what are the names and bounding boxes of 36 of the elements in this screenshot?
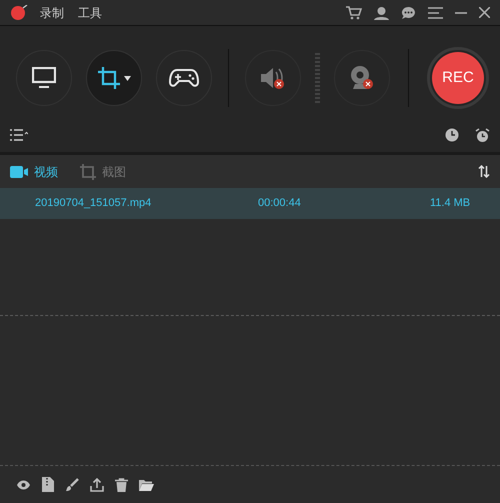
folder-icon[interactable]: [139, 478, 154, 490]
gamepad-icon: [169, 68, 199, 88]
video-camera-icon: [10, 166, 28, 178]
user-icon[interactable]: [374, 6, 389, 20]
cart-icon[interactable]: [346, 6, 362, 20]
file-name: 20190704_151057.mp4: [34, 196, 152, 212]
volume-meter-icon: [315, 53, 320, 103]
app-logo-icon: [10, 4, 28, 20]
monitor-icon: [32, 67, 56, 89]
chat-icon[interactable]: [401, 6, 416, 20]
menu-item[interactable]: 工具: [78, 4, 102, 22]
webcam-button[interactable]: [334, 50, 390, 106]
webcam-icon: [350, 65, 374, 91]
minimize-icon[interactable]: [455, 12, 467, 14]
file-icon[interactable]: [42, 477, 54, 492]
file-size: 11.4 MB: [430, 196, 470, 212]
brush-icon[interactable]: [65, 478, 79, 492]
menu-item[interactable]: 录制: [40, 4, 64, 22]
clock-icon[interactable]: [445, 128, 459, 142]
menu-icon[interactable]: [428, 6, 443, 18]
alarm-clock-icon[interactable]: [475, 128, 490, 142]
speaker-icon: [260, 66, 286, 90]
file-row[interactable]: 20190704_151057.mp4 00:00:44 11.4 MB: [0, 188, 500, 219]
caret-icon: [124, 76, 130, 80]
upload-icon[interactable]: [90, 478, 104, 492]
close-icon[interactable]: [479, 7, 490, 18]
trash-icon[interactable]: [115, 478, 128, 492]
rec-button[interactable]: REC: [432, 52, 484, 104]
tab[interactable]: 视频: [10, 162, 58, 180]
crop-icon: [80, 164, 96, 180]
crop-icon: [98, 67, 120, 89]
speaker-button[interactable]: [245, 50, 301, 106]
list-icon[interactable]: [10, 129, 28, 141]
eye-icon[interactable]: [16, 478, 31, 490]
sort-icon[interactable]: [478, 165, 490, 178]
file-duration: 00:00:44: [258, 196, 302, 212]
